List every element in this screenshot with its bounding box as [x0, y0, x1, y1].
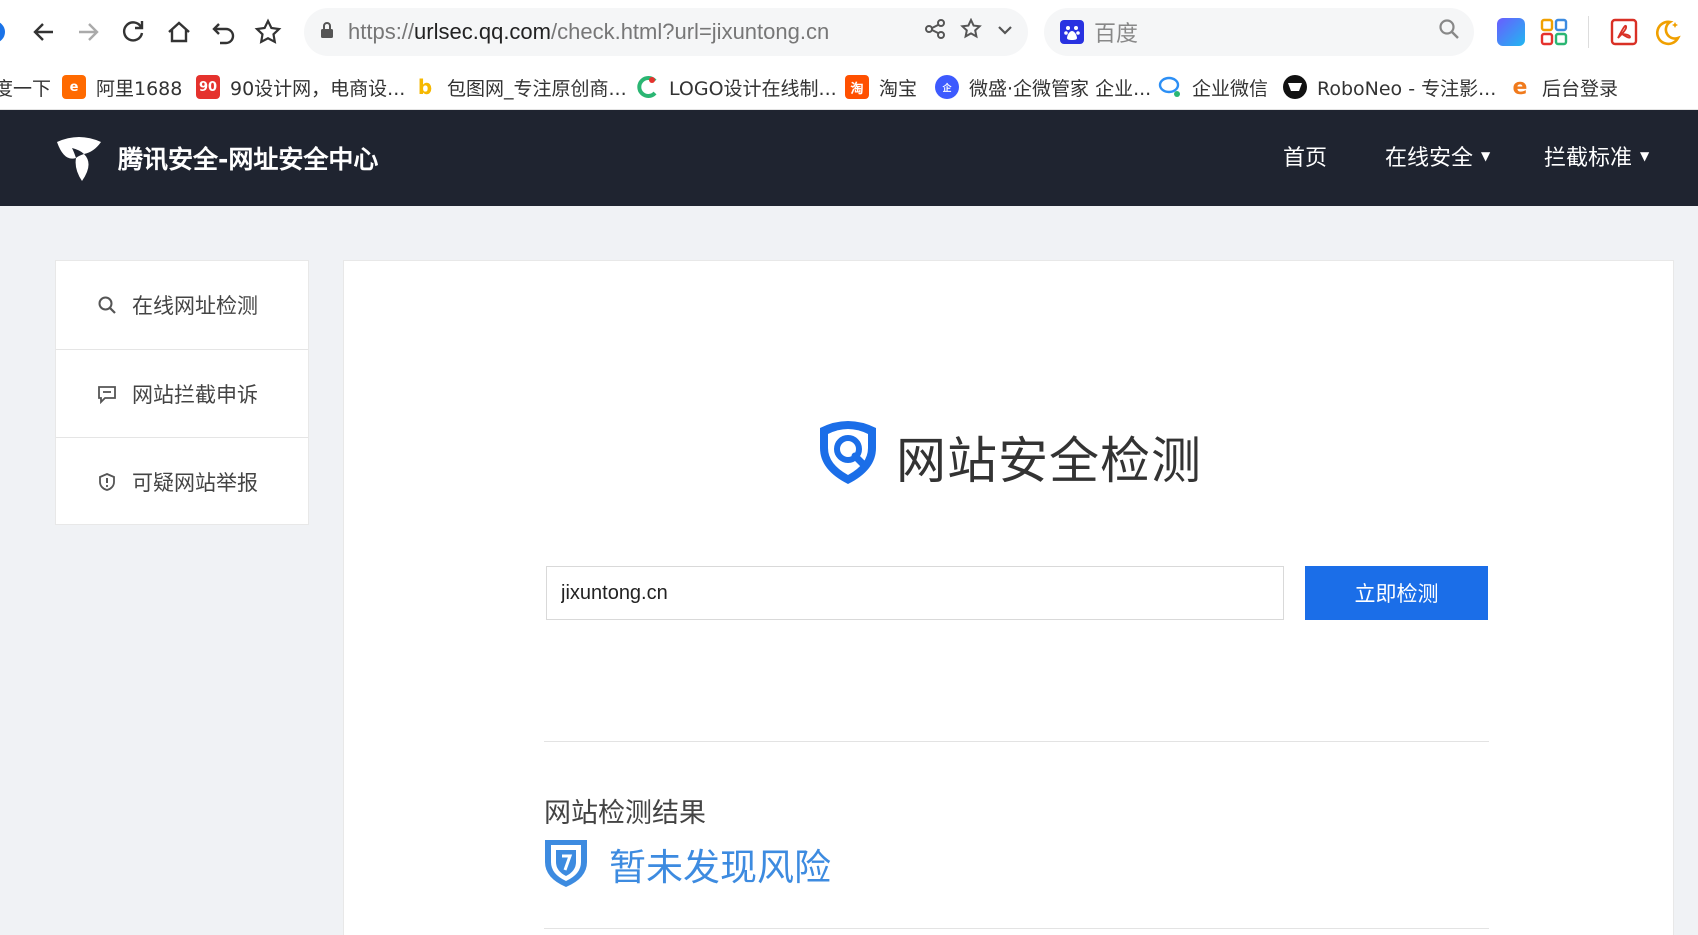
- bookmark-item[interactable]: b 包图网_专注原创商...: [413, 72, 627, 102]
- logo-maker-icon: [635, 75, 659, 99]
- weisheng-icon: 企: [935, 75, 959, 99]
- home-icon[interactable]: [163, 14, 195, 50]
- bookmark-item[interactable]: LOGO设计在线制...: [635, 72, 837, 102]
- nav-block-standards[interactable]: 拦截标准 ▼: [1544, 140, 1649, 172]
- bookmark-star-icon[interactable]: [252, 14, 284, 50]
- taobao-icon: 淘: [845, 75, 869, 99]
- caret-down-icon: ▼: [1640, 149, 1650, 163]
- search-icon[interactable]: [1438, 18, 1460, 46]
- bookmark-item[interactable]: 度一下: [0, 72, 51, 102]
- browser-toolbar: https://urlsec.qq.com/check.html?url=jix…: [0, 0, 1698, 64]
- e-icon: e: [1508, 75, 1532, 100]
- roboneo-icon: [1283, 75, 1307, 99]
- bookmark-item[interactable]: e 阿里1688: [62, 72, 182, 102]
- address-bar[interactable]: https://urlsec.qq.com/check.html?url=jix…: [304, 8, 1028, 56]
- sidebar-item-appeal[interactable]: 网站拦截申诉: [56, 349, 308, 437]
- bookmark-item[interactable]: 企业微信: [1158, 72, 1268, 102]
- bookmarks-bar: 度一下 e 阿里1688 90 90设计网，电商设... b 包图网_专注原创商…: [0, 64, 1698, 110]
- comment-icon: [96, 383, 118, 405]
- baidu-icon: [1060, 20, 1084, 44]
- main-panel: 网站安全检测 立即检测 网站检测结果 暂未发现风险: [343, 260, 1674, 935]
- extension-app-icon[interactable]: [1497, 18, 1525, 46]
- 90-icon: 90: [196, 75, 220, 99]
- tencent-security-logo[interactable]: [54, 134, 104, 184]
- moon-icon[interactable]: [1652, 18, 1681, 46]
- bookmark-item[interactable]: RoboNeo - 专注影...: [1283, 72, 1496, 102]
- profile-icon[interactable]: [0, 14, 8, 50]
- check-now-button[interactable]: 立即检测: [1305, 566, 1488, 620]
- bookmark-item[interactable]: e 后台登录: [1508, 72, 1618, 102]
- shield-alert-icon: [96, 471, 118, 493]
- shield-safe-icon: [545, 840, 587, 887]
- url-input[interactable]: [546, 566, 1284, 620]
- lock-icon: [320, 21, 340, 43]
- baotu-icon: b: [413, 75, 437, 99]
- site-title[interactable]: 腾讯安全-网址安全中心: [118, 140, 378, 176]
- apps-grid-icon[interactable]: [1540, 18, 1568, 46]
- search-engine-label: 百度: [1094, 22, 1139, 47]
- result-status: 暂未发现风险: [609, 846, 831, 889]
- divider: [544, 741, 1489, 742]
- pdf-icon[interactable]: [1610, 18, 1638, 46]
- chevron-down-icon[interactable]: [996, 20, 1014, 45]
- bookmark-item[interactable]: 90 90设计网，电商设...: [196, 72, 405, 102]
- bookmark-item[interactable]: 企 微盛·企微管家 企业...: [935, 72, 1151, 102]
- hero-title: 网站安全检测: [896, 432, 1202, 490]
- divider: [544, 928, 1489, 929]
- back-arrow-icon[interactable]: [28, 14, 60, 50]
- sidebar: 在线网址检测 网站拦截申诉 可疑网站举报: [55, 260, 309, 525]
- undo-icon[interactable]: [208, 14, 240, 50]
- sidebar-item-report[interactable]: 可疑网站举报: [56, 437, 308, 525]
- shield-search-icon: [820, 421, 876, 484]
- nav-home[interactable]: 首页: [1283, 140, 1327, 172]
- forward-arrow-icon[interactable]: [72, 14, 104, 50]
- sidebar-item-url-check[interactable]: 在线网址检测: [56, 261, 308, 349]
- share-icon[interactable]: [924, 18, 946, 46]
- site-header: 腾讯安全-网址安全中心 首页 在线安全 ▼ 拦截标准 ▼: [0, 110, 1698, 206]
- bookmark-item[interactable]: 淘 淘宝: [845, 72, 917, 102]
- reload-icon[interactable]: [117, 14, 149, 50]
- 1688-icon: e: [62, 75, 86, 99]
- result-title: 网站检测结果: [544, 798, 706, 829]
- wecom-icon: [1158, 75, 1182, 99]
- favorite-star-icon[interactable]: [960, 17, 982, 46]
- nav-online-security[interactable]: 在线安全 ▼: [1385, 140, 1490, 172]
- search-engine-box[interactable]: 百度: [1044, 8, 1474, 56]
- url-text: https://urlsec.qq.com/check.html?url=jix…: [348, 19, 830, 44]
- caret-down-icon: ▼: [1481, 149, 1491, 163]
- search-icon: [96, 294, 118, 316]
